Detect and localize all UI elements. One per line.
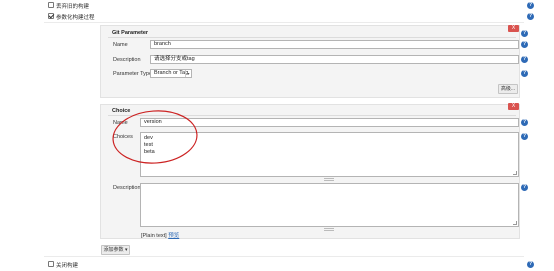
textarea-grip[interactable] — [324, 178, 334, 181]
git-parameter-title: Git Parameter — [112, 30, 149, 36]
panel-title-rule — [108, 37, 516, 38]
section-divider — [44, 22, 524, 23]
help-icon[interactable]: ? — [521, 56, 528, 63]
help-icon[interactable]: ? — [521, 184, 528, 191]
resize-handle[interactable] — [513, 171, 517, 175]
textarea-grip[interactable] — [324, 228, 334, 231]
parameterized-build-label: 参数化构建过程 — [56, 15, 95, 21]
add-parameter-label: 添加参数 — [103, 247, 124, 253]
git-description-input[interactable]: 请选择分支或tag — [150, 55, 519, 64]
disable-build-label: 关闭构建 — [56, 263, 79, 269]
resize-handle[interactable] — [513, 221, 517, 225]
git-name-label: Name — [113, 42, 128, 48]
delete-git-parameter-button[interactable]: X — [508, 25, 519, 32]
git-description-label: Description — [113, 57, 141, 63]
discard-old-builds-checkbox[interactable] — [48, 2, 54, 8]
help-icon[interactable]: ? — [521, 70, 528, 77]
chevron-down-icon[interactable]: ▾ — [185, 70, 191, 77]
disable-build-checkbox[interactable] — [48, 261, 54, 267]
help-icon[interactable]: ? — [521, 30, 528, 37]
help-icon[interactable]: ? — [521, 133, 528, 140]
format-plain-text: [Plain text] — [141, 233, 167, 239]
section-divider — [44, 256, 524, 257]
discard-old-builds-label: 丢弃旧的构建 — [56, 4, 90, 10]
annotation-ellipse — [112, 110, 198, 164]
help-icon[interactable]: ? — [527, 2, 534, 9]
advanced-button[interactable]: 高级... — [498, 84, 518, 94]
parameterized-build-checkbox[interactable] — [48, 13, 54, 19]
chevron-down-icon: ▾ — [124, 247, 128, 253]
git-name-input[interactable]: branch — [150, 40, 519, 49]
parameter-type-value: Branch or Tag — [154, 70, 189, 76]
text-format-note: [Plain text] 预览 — [141, 231, 179, 239]
help-icon[interactable]: ? — [521, 41, 528, 48]
help-icon[interactable]: ? — [521, 119, 528, 126]
choice-description-textarea[interactable] — [140, 183, 519, 227]
help-icon[interactable]: ? — [527, 13, 534, 20]
add-parameter-button[interactable]: 添加参数 ▾ — [101, 245, 130, 255]
delete-choice-button[interactable]: X — [508, 103, 519, 110]
preview-link[interactable]: 预览 — [168, 233, 179, 239]
parameter-type-label: Parameter Type — [113, 71, 153, 77]
help-icon[interactable]: ? — [527, 261, 534, 268]
choice-description-label: Description — [113, 185, 141, 191]
